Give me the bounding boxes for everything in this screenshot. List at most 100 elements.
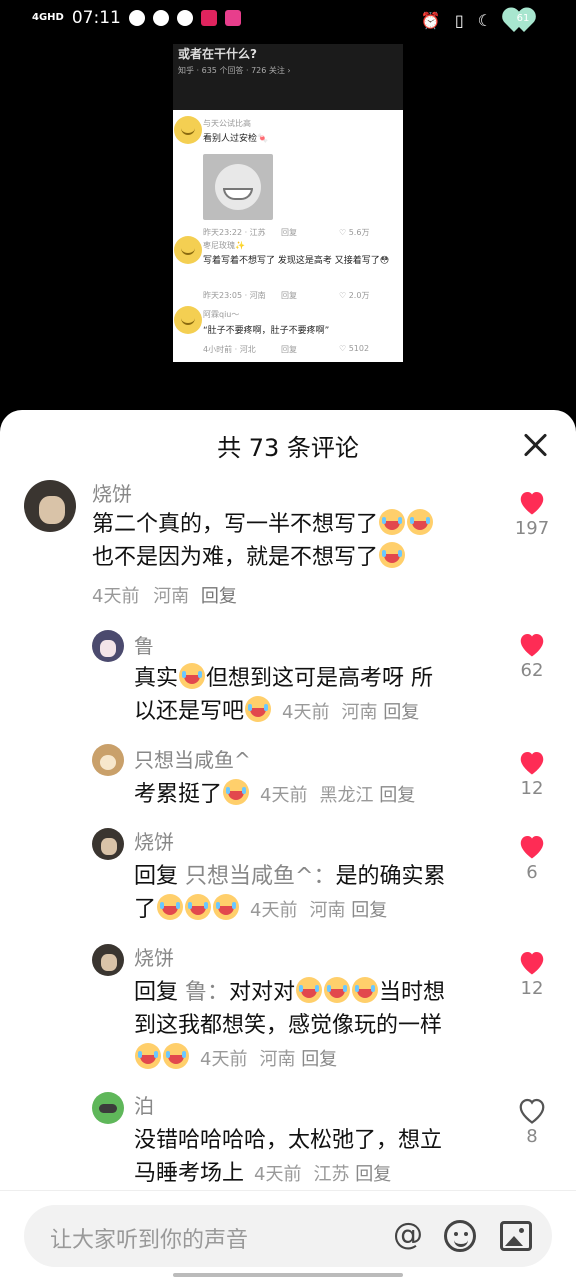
video-comment-reply: 回复: [281, 291, 297, 300]
comment-text: 回复 只想当咸鱼^：是的确实累 了 4天前 河南 回复: [134, 860, 445, 927]
video-avatar: [174, 306, 202, 334]
comment-username[interactable]: 鲁: [134, 630, 154, 659]
comment-username[interactable]: 只想当咸鱼^: [134, 744, 251, 773]
app-notification-icon-2: [224, 10, 241, 26]
crying-emoji-icon: [179, 663, 206, 689]
heart-icon: [520, 752, 544, 775]
comment-meta: 4天前 河南 回复: [92, 582, 237, 608]
comment-line: 当时想: [379, 980, 446, 1005]
comment-time: 4天前: [282, 702, 330, 723]
alarm-icon: ⏰: [420, 11, 441, 30]
video-comment-time: 昨天23:05 · 河南: [203, 291, 266, 300]
crying-emoji-icon: [245, 696, 272, 722]
comment-meta: 4天前 河南 回复: [250, 900, 387, 921]
reply-button[interactable]: 回复: [379, 785, 415, 806]
avatar[interactable]: [92, 744, 124, 776]
like-count: 197: [514, 518, 550, 539]
comment-line: 对对对: [229, 980, 296, 1005]
comment-username[interactable]: 泊: [134, 1090, 154, 1119]
comment-region: 河南: [259, 1049, 296, 1070]
mention-link[interactable]: 鲁：: [185, 980, 229, 1005]
comment-line: 真实: [134, 666, 179, 691]
comment-text: 没错哈哈哈哈，太松弛了，想立 马睡考场上 4天前 江苏 回复: [134, 1124, 442, 1191]
crying-emoji-icon: [407, 509, 434, 535]
video-comment-time: 4小时前 · 河北: [203, 345, 256, 354]
avatar[interactable]: [24, 480, 76, 532]
reply-button[interactable]: 回复: [301, 1049, 337, 1070]
smile-icon[interactable]: [444, 1220, 476, 1252]
video-comment-text: 写着写着不想写了 发现这是高考 又接着写了😳: [203, 256, 390, 266]
video-comment-name: 阿霖qiu～: [203, 310, 240, 319]
comment-input-placeholder: 让大家听到你的声音: [50, 1228, 249, 1253]
video-comment-reply: 回复: [281, 345, 297, 354]
battery-level: 61: [516, 13, 530, 24]
like-button[interactable]: 197: [512, 488, 552, 539]
comment-line: 了: [134, 897, 157, 922]
video-comment-name: 枣尼玫瑰✨: [203, 241, 245, 250]
avatar[interactable]: [92, 828, 124, 860]
avatar[interactable]: [92, 944, 124, 976]
comment-region: 河南: [153, 586, 190, 607]
comment-text: 真实 但想到这可是高考呀 所 以还是写吧 4天前 河南 回复: [134, 662, 433, 729]
video-comment-reply: 回复: [281, 228, 297, 237]
comment-username[interactable]: 烧饼: [134, 942, 174, 971]
app-notification-icon: [200, 10, 217, 26]
comment-line: 考累挺了: [134, 782, 223, 807]
video-preview[interactable]: 或者在干什么? 知乎 · 635 个回答 · 726 关注 › 与天公试比高 看…: [173, 44, 403, 362]
video-comment-footer: 4小时前 · 河北 回复 ♡ 5102: [203, 344, 399, 355]
video-avatar: [174, 236, 202, 264]
comment-time: 4天前: [260, 785, 308, 806]
heart-icon: [520, 836, 544, 859]
comment-line: 没错哈哈哈哈，太松弛了，想立: [134, 1128, 443, 1153]
crying-emoji-icon: [223, 779, 250, 805]
comment-line: 但想到这可是高考呀 所: [206, 666, 434, 691]
status-bar: 4GHD 07:11 ⏰ ▯ ☾ 61: [0, 0, 576, 44]
video-avatar: [174, 116, 202, 144]
like-count: 6: [526, 862, 538, 883]
video-comment-likes: ♡ 5102: [339, 344, 370, 353]
video-comment-text: “肚子不要疼啊，肚子不要疼啊”: [203, 326, 330, 336]
comment-username[interactable]: 烧饼: [92, 478, 132, 507]
reply-prefix: 回复: [134, 864, 179, 889]
like-button[interactable]: 8: [512, 1096, 552, 1147]
crying-emoji-icon: [379, 542, 406, 568]
play-icon-2: [176, 10, 193, 26]
comment-sheet: 共 73 条评论 烧饼 第二个真的，写一半不想写了 也不是因为难，就是不想写了 …: [0, 410, 576, 1280]
comment-input[interactable]: 让大家听到你的声音 @: [24, 1205, 552, 1267]
heart-icon: [520, 952, 544, 975]
like-button[interactable]: 12: [512, 748, 552, 799]
vibrate-icon: ▯: [454, 11, 464, 30]
comment-time: 4天前: [254, 1164, 302, 1185]
home-indicator[interactable]: [173, 1273, 403, 1277]
reply-button[interactable]: 回复: [351, 900, 387, 921]
like-button[interactable]: 6: [512, 832, 552, 883]
like-count: 62: [520, 660, 544, 681]
video-comment-footer: 昨天23:22 · 江苏 回复 ♡ 5.6万: [203, 227, 399, 238]
image-icon[interactable]: [500, 1221, 532, 1251]
close-icon[interactable]: [520, 430, 550, 460]
clock: 07:11: [71, 8, 121, 28]
reply-button[interactable]: 回复: [383, 702, 419, 723]
mention-link[interactable]: 只想当咸鱼^：: [185, 864, 335, 889]
video-header: 或者在干什么? 知乎 · 635 个回答 · 726 关注 ›: [173, 44, 403, 110]
at-icon[interactable]: @: [390, 1218, 426, 1254]
like-button[interactable]: 12: [512, 948, 552, 999]
comment-text: 第二个真的，写一半不想写了 也不是因为难，就是不想写了: [92, 508, 434, 574]
play-icon: [152, 10, 169, 26]
network-indicator: 4GHD: [32, 12, 64, 23]
crying-emoji-icon: [163, 1043, 189, 1069]
video-comment-likes: ♡ 2.0万: [339, 291, 370, 300]
comment-meta: 4天前 河南 回复: [200, 1049, 337, 1070]
video-question-title: 或者在干什么?: [178, 47, 257, 61]
avatar[interactable]: [92, 630, 124, 662]
like-button[interactable]: 62: [512, 630, 552, 681]
crying-emoji-icon: [213, 894, 240, 920]
avatar[interactable]: [92, 1092, 124, 1124]
reply-button[interactable]: 回复: [355, 1164, 391, 1185]
heart-icon: [520, 492, 544, 515]
reply-button[interactable]: 回复: [201, 586, 237, 607]
comment-region: 黑龙江: [319, 785, 374, 806]
crying-emoji-icon: [135, 1043, 161, 1069]
comment-username[interactable]: 烧饼: [134, 826, 174, 855]
comment-meta: 4天前 江苏 回复: [254, 1164, 391, 1185]
